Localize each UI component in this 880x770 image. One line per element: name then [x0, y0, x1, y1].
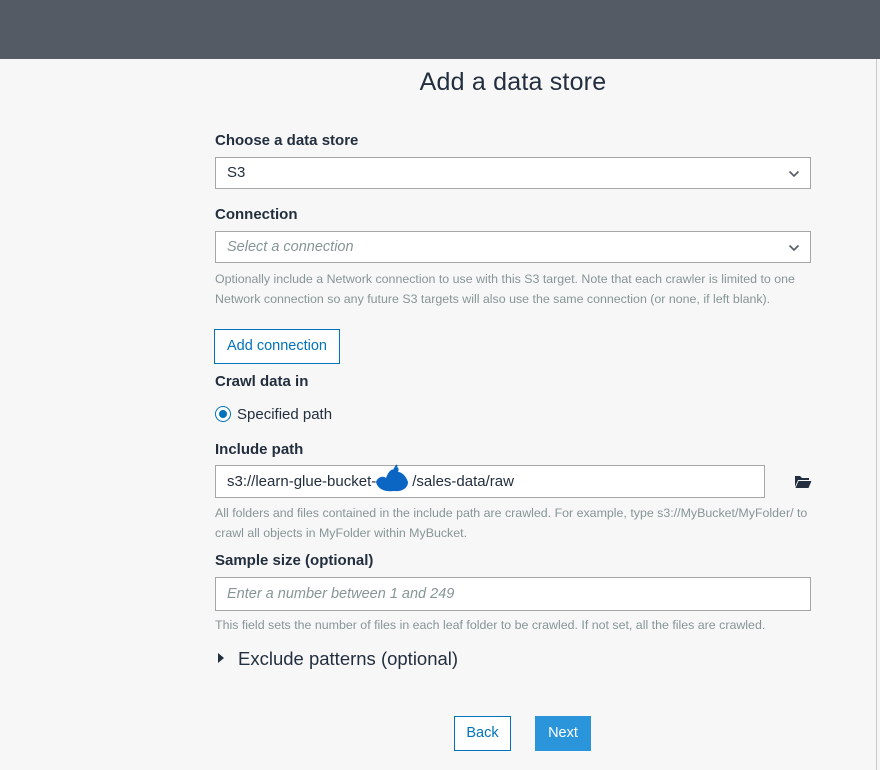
include-path-value-suffix: /sales-data/raw [412, 473, 514, 490]
next-button[interactable]: Next [535, 716, 591, 751]
connection-select[interactable]: Select a connection [215, 231, 811, 263]
specified-path-label: Specified path [237, 406, 333, 423]
data-store-selected-value: S3 [227, 164, 246, 181]
data-store-label: Choose a data store [215, 132, 359, 149]
chevron-down-icon [788, 170, 800, 178]
sample-size-help-text: This field sets the number of files in e… [215, 618, 766, 632]
include-path-help-text: All folders and files contained in the i… [215, 506, 808, 540]
back-button[interactable]: Back [454, 716, 511, 751]
add-connection-button[interactable]: Add connection [214, 329, 340, 364]
connection-placeholder: Select a connection [227, 239, 354, 255]
caret-right-icon [218, 653, 224, 663]
right-edge-divider [876, 59, 877, 770]
include-path-label: Include path [215, 441, 304, 458]
include-path-value: s3://learn-glue-bucket- [227, 473, 377, 490]
specified-path-radio[interactable] [215, 406, 231, 422]
chevron-down-icon [788, 244, 800, 252]
connection-label: Connection [215, 206, 298, 223]
connection-help-text: Optionally include a Network connection … [215, 272, 795, 306]
sample-size-input[interactable]: Enter a number between 1 and 249 [215, 577, 811, 611]
top-bar [0, 0, 880, 59]
data-store-select[interactable]: S3 [215, 157, 811, 189]
folder-open-icon[interactable] [794, 474, 812, 489]
page-title: Add a data store [419, 68, 607, 96]
sample-size-label: Sample size (optional) [215, 552, 374, 569]
crawl-data-label: Crawl data in [215, 373, 309, 390]
redaction-scribble [376, 464, 408, 492]
include-path-input[interactable]: s3://learn-glue-bucket- /sales-data/raw [215, 465, 765, 498]
exclude-patterns-label: Exclude patterns (optional) [238, 648, 459, 669]
exclude-patterns-expander[interactable]: Exclude patterns (optional) [218, 648, 458, 670]
sample-size-placeholder: Enter a number between 1 and 249 [227, 586, 455, 602]
